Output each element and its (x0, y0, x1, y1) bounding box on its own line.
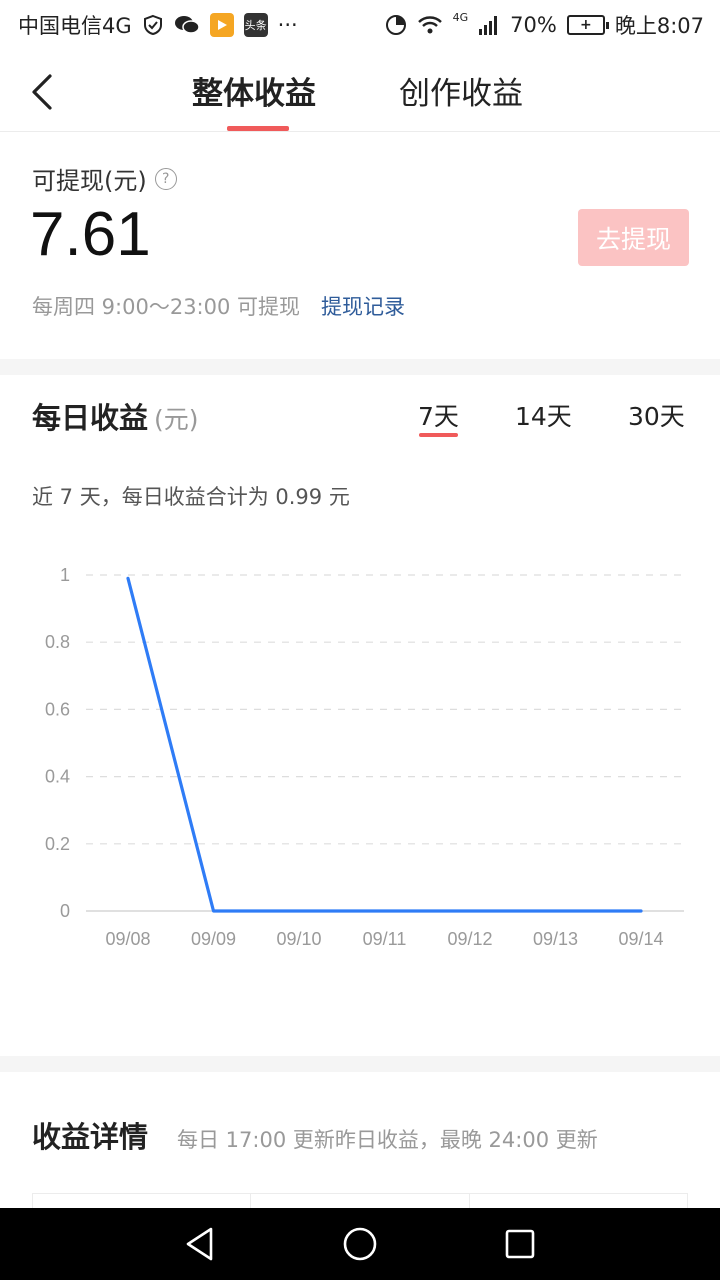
active-tab-indicator (227, 126, 289, 131)
daily-earnings-title-text: 每日收益 (32, 401, 149, 435)
daily-earnings-chart: 1 0.8 0.6 0.4 0.2 0 09/08 09/09 09/10 09/11 09/12 0… (45, 565, 684, 949)
y-tick-label: 0 (60, 901, 70, 921)
triangle-back-icon (186, 1227, 213, 1261)
withdraw-record-link[interactable]: 提现记录 (321, 291, 405, 321)
circle-home-icon (343, 1227, 377, 1261)
x-tick-label: 09/14 (618, 929, 663, 949)
battery-icon: + (566, 15, 609, 35)
nav-back-button[interactable] (180, 1224, 220, 1264)
chevron-left-icon (32, 74, 52, 110)
toutiao-app-icon: 头条 (243, 13, 268, 37)
network-type-label: 4G (452, 10, 469, 24)
signal-icon (478, 15, 500, 35)
withdrawable-label: 可提现(元) (32, 167, 147, 195)
y-tick-label: 0.4 (45, 767, 70, 787)
square-recents-icon (505, 1229, 535, 1259)
carrier-label: 中国电信4G (18, 14, 132, 38)
earnings-details-note: 每日 17:00 更新昨日收益，最晚 24:00 更新 (177, 1128, 598, 1152)
daily-earnings-unit: (元) (154, 405, 199, 434)
y-tick-label: 0.8 (45, 632, 70, 652)
data-saver-icon (385, 14, 407, 36)
section-divider (0, 1056, 720, 1072)
status-bar: 中国电信4G 头条 ··· 4G 70% + 晚上8:07 (0, 0, 720, 50)
section-divider (0, 359, 720, 375)
x-tick-label: 09/10 (276, 929, 321, 949)
play-app-icon (209, 13, 234, 37)
app-header: 整体收益 创作收益 (0, 50, 720, 132)
withdraw-schedule: 每周四 9:00～23:00 可提现 (32, 295, 301, 319)
battery-percent: 70% (510, 13, 557, 37)
range-7-days[interactable]: 7天 (418, 397, 459, 433)
nav-home-button[interactable] (340, 1224, 380, 1264)
system-navigation-bar (0, 1208, 720, 1280)
balance-section: 可提现(元) ? 7.61 去提现 每周四 9:00～23:00 可提现 提现记… (0, 133, 720, 359)
withdrawable-amount: 7.61 (30, 200, 151, 269)
nav-recents-button[interactable] (500, 1224, 540, 1264)
shield-icon (142, 14, 164, 36)
withdraw-button[interactable]: 去提现 (578, 209, 689, 266)
wifi-icon (417, 14, 443, 36)
series-line (126, 576, 643, 913)
range-30-days[interactable]: 30天 (628, 397, 685, 433)
x-tick-label: 09/09 (191, 929, 236, 949)
wechat-icon (174, 14, 200, 36)
x-tick-label: 09/12 (447, 929, 492, 949)
clock: 晚上8:07 (614, 14, 704, 38)
earnings-details-title: 收益详情 (32, 1120, 149, 1154)
active-range-indicator (419, 433, 458, 437)
daily-summary: 近 7 天，每日收益合计为 0.99 元 (32, 485, 350, 509)
withdrawable-label-row: 可提现(元) ? (32, 161, 177, 196)
x-tick-label: 09/13 (533, 929, 578, 949)
daily-earnings-title: 每日收益 (元) (32, 395, 199, 437)
tab-overall-earnings[interactable]: 整体收益 (192, 68, 316, 128)
more-notifications-icon: ··· (277, 13, 298, 37)
y-tick-label: 0.6 (45, 699, 70, 719)
y-tick-label: 0.2 (45, 834, 70, 854)
back-button[interactable] (26, 72, 66, 112)
x-tick-label: 09/08 (105, 929, 150, 949)
x-tick-label: 09/11 (363, 929, 407, 949)
help-icon[interactable]: ? (154, 167, 177, 190)
range-14-days[interactable]: 14天 (515, 397, 572, 433)
y-tick-label: 1 (60, 565, 70, 585)
tab-creation-earnings[interactable]: 创作收益 (399, 68, 523, 128)
